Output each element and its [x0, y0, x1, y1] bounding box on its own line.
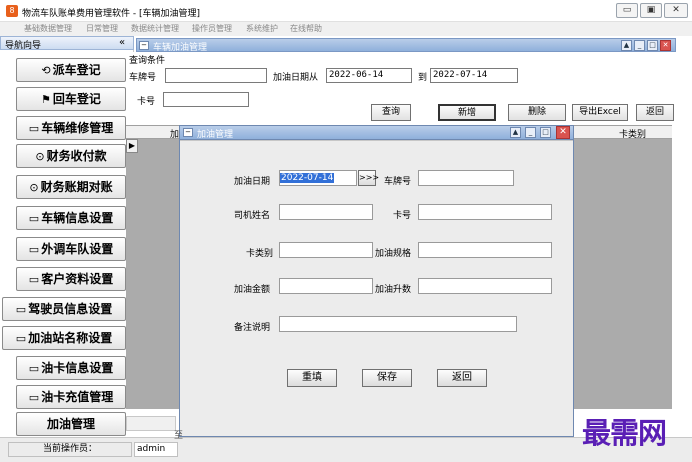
plate-label: 车牌号: [129, 73, 157, 83]
nav-dispatch-button[interactable]: ⟲ 派车登记: [16, 58, 126, 82]
close-window-button[interactable]: ✕: [664, 3, 688, 18]
minimize-button[interactable]: ▭: [616, 3, 638, 18]
driver-name-label: 司机姓名: [234, 211, 271, 221]
close-icon[interactable]: ✕: [660, 40, 671, 51]
delete-button[interactable]: 删除: [508, 104, 566, 121]
date-to-label: 到: [418, 73, 428, 83]
card-label: 卡号: [137, 97, 156, 107]
menu-bar: 基础数据管理 日常管理 数据统计管理 操作员管理 系统维护 在线帮助: [0, 22, 692, 36]
plate-input[interactable]: [165, 68, 267, 83]
maximize-icon[interactable]: □: [647, 40, 658, 51]
dialog-title-bar: − 加油管理 ▲ _ □ ✕: [179, 125, 574, 140]
money-bag-icon: ⊙: [35, 150, 45, 163]
fuel-spec-label: 加油规格: [375, 249, 412, 259]
dialog-back-button[interactable]: 返回: [437, 369, 487, 387]
date-from-label: 加油日期从: [273, 73, 319, 83]
dialog-plate-input[interactable]: [418, 170, 514, 186]
watermark-logo: 最需网: [582, 416, 667, 450]
nav-vehicle-info-button[interactable]: ▭ 车辆信息设置: [16, 206, 126, 230]
app-icon: 8: [6, 5, 18, 17]
nav-driver-button[interactable]: ▭ 驾驶员信息设置: [2, 297, 126, 321]
restore-icon[interactable]: ▲: [510, 127, 521, 138]
row-selector-icon[interactable]: ▶: [126, 139, 138, 153]
add-button[interactable]: 新增: [438, 104, 496, 121]
dialog-card-label: 卡号: [393, 211, 412, 221]
save-button[interactable]: 保存: [362, 369, 412, 387]
form-icon: ▭: [28, 273, 40, 286]
card-input[interactable]: [163, 92, 249, 107]
form-icon: −: [139, 41, 149, 50]
restore-icon[interactable]: ▲: [621, 40, 632, 51]
form-icon: ▭: [28, 212, 40, 225]
card-type-label: 卡类别: [246, 249, 274, 259]
driver-name-input[interactable]: [279, 204, 373, 220]
nav-panel: ⟲ 派车登记 ⚑ 回车登记 ▭ 车辆维修管理 ⊙ 财务收付款 ⊙ 财务账期对账 ▭ 车辆信息…: [0, 50, 134, 436]
date-picker-button[interactable]: >>>: [358, 170, 379, 186]
date-from-input[interactable]: 2022-06-14: [326, 68, 412, 83]
form-icon: ▭: [15, 303, 27, 316]
form-icon: ▭: [28, 362, 40, 375]
menu-basic-data[interactable]: 基础数据管理: [24, 23, 72, 34]
close-icon[interactable]: ✕: [556, 126, 570, 139]
money-bag-icon: ⊙: [29, 181, 39, 194]
note-input[interactable]: [279, 316, 517, 332]
nav-fuel-card-button[interactable]: ▭ 油卡信息设置: [16, 356, 126, 380]
liters-label: 加油升数: [375, 285, 412, 295]
nav-recharge-button[interactable]: ▭ 油卡充值管理: [16, 385, 126, 409]
card-type-input[interactable]: [279, 242, 373, 258]
flag-icon: ⚑: [41, 93, 51, 106]
minimize-icon[interactable]: _: [525, 127, 536, 138]
nav-reconcile-button[interactable]: ⊙ 财务账期对账: [16, 175, 126, 199]
dialog-plate-label: 车牌号: [384, 177, 412, 187]
reset-button[interactable]: 重填: [287, 369, 337, 387]
menu-statistics[interactable]: 数据统计管理: [131, 23, 179, 34]
operator-name: admin: [134, 442, 178, 457]
menu-daily[interactable]: 日常管理: [86, 23, 118, 34]
partial-text: 至: [174, 431, 184, 441]
dialog-date-input[interactable]: 2022-07-14: [279, 170, 357, 186]
nav-return-button[interactable]: ⚑ 回车登记: [16, 87, 126, 111]
nav-refuel-button[interactable]: 加油管理: [16, 412, 126, 436]
dialog-card-input[interactable]: [418, 204, 552, 220]
form-icon: ▭: [28, 122, 40, 135]
form-icon: ▭: [28, 391, 40, 404]
date-to-input[interactable]: 2022-07-14: [430, 68, 518, 83]
main-form-title: 车辆加油管理: [153, 43, 208, 53]
fuel-spec-input[interactable]: [418, 242, 552, 258]
maximize-icon[interactable]: □: [540, 127, 551, 138]
nav-external-fleet-button[interactable]: ▭ 外调车队设置: [16, 237, 126, 261]
query-group-title: 查询条件: [129, 56, 166, 66]
form-icon: ▭: [15, 332, 27, 345]
query-button[interactable]: 查询: [371, 104, 411, 121]
minimize-icon[interactable]: _: [634, 40, 645, 51]
nav-repair-button[interactable]: ▭ 车辆维修管理: [16, 116, 126, 140]
nav-payments-button[interactable]: ⊙ 财务收付款: [16, 144, 126, 168]
main-form-title-bar: − 车辆加油管理 ▲ _ □ ✕: [136, 38, 676, 53]
nav-customer-button[interactable]: ▭ 客户资料设置: [16, 267, 126, 291]
amount-input[interactable]: [279, 278, 373, 294]
liters-input[interactable]: [418, 278, 552, 294]
window-title-bar: 8 物流车队账单费用管理软件 - [车辆加油管理] ▭ ▣ ✕: [0, 0, 692, 22]
menu-maintenance[interactable]: 系统维护: [246, 23, 278, 34]
back-button[interactable]: 返回: [636, 104, 674, 121]
form-icon: −: [183, 128, 193, 137]
export-excel-button[interactable]: 导出Excel: [572, 104, 628, 121]
operator-label: 当前操作员：: [8, 442, 132, 457]
dialog-title: 加油管理: [197, 130, 234, 140]
form-icon: ▭: [28, 243, 40, 256]
dispatch-icon: ⟲: [41, 64, 51, 77]
nav-header: 导航向导 «: [0, 36, 134, 51]
note-label: 备注说明: [234, 323, 271, 333]
amount-label: 加油金额: [234, 285, 271, 295]
menu-operators[interactable]: 操作员管理: [192, 23, 232, 34]
collapse-icon[interactable]: «: [119, 37, 125, 48]
menu-help[interactable]: 在线帮助: [290, 23, 322, 34]
dialog-date-value: 2022-07-14: [280, 173, 335, 183]
nav-station-button[interactable]: ▭ 加油站名称设置: [2, 326, 126, 350]
maximize-button[interactable]: ▣: [640, 3, 662, 18]
dialog-date-label: 加油日期: [234, 177, 271, 187]
window-title: 物流车队账单费用管理软件 - [车辆加油管理]: [22, 9, 200, 19]
horizontal-scrollbar[interactable]: [126, 416, 176, 431]
